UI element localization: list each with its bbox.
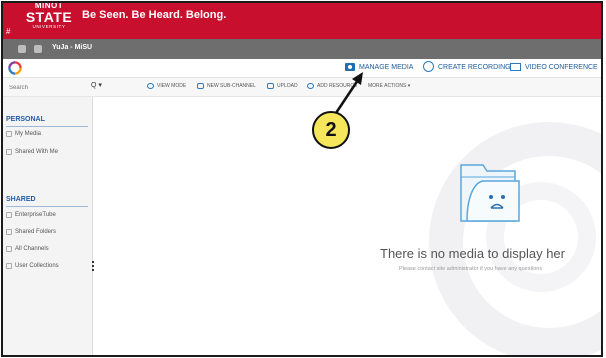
sidebar-item-enterprisetube[interactable]: EnterpriseTube [6, 212, 56, 218]
section-divider [6, 206, 88, 207]
university-tagline: Be Seen. Be Heard. Belong. [82, 9, 227, 21]
university-logo[interactable]: MINOT STATE UNIVERSITY [23, 3, 75, 30]
recording-icon [423, 61, 434, 72]
video-conference-label: VIDEO CONFERENCE [525, 63, 598, 71]
browser-tab-strip: YuJa - MiSU [3, 39, 601, 59]
yuja-swirl-icon[interactable] [8, 61, 22, 75]
video-conference-button[interactable]: VIDEO CONFERENCE [510, 63, 598, 71]
new-sub-channel-button[interactable]: NEW SUB-CHANNEL [197, 83, 256, 89]
empty-state-title: There is no media to display her [380, 246, 565, 261]
plus-circle-icon [307, 83, 314, 89]
empty-state-subtitle: Please contact site administrator if you… [399, 266, 543, 272]
sidebar-item-shared-folders[interactable]: Shared Folders [6, 229, 56, 235]
media-toolbar: Q ▾ VIEW MODE NEW SUB-CHANNEL UPLOAD ADD… [3, 78, 601, 97]
add-resource-button[interactable]: ADD RESOURCE [307, 83, 357, 89]
manage-media-label: MANAGE MEDIA [359, 63, 414, 71]
university-banner: MINOT STATE UNIVERSITY Be Seen. Be Heard… [3, 3, 601, 39]
create-recording-label: CREATE RECORDING [438, 64, 511, 71]
tab-menu-icon[interactable] [18, 45, 26, 53]
search-dropdown-button[interactable]: Q ▾ [91, 81, 102, 89]
channels-icon [6, 246, 12, 252]
camera-icon [345, 63, 355, 71]
create-recording-button[interactable]: CREATE RECORDING [423, 61, 511, 72]
folder-icon [6, 229, 12, 235]
sidebar: PERSONAL My Media Shared With Me SHARED … [3, 97, 94, 355]
personal-heading: PERSONAL [6, 116, 45, 123]
media-icon [6, 131, 12, 137]
screenshot-frame: MINOT STATE UNIVERSITY Be Seen. Be Heard… [1, 1, 603, 357]
tab-title[interactable]: YuJa - MiSU [52, 44, 92, 51]
search-input[interactable] [7, 81, 85, 94]
more-actions-button[interactable]: MORE ACTIONS ▾ [368, 83, 410, 89]
shared-heading: SHARED [6, 196, 36, 203]
sidebar-item-all-channels[interactable]: All Channels [6, 246, 49, 252]
sad-folder-icon [460, 164, 520, 222]
user-icon [6, 263, 12, 269]
eye-icon [147, 83, 154, 89]
annotation-step-badge: 2 [312, 111, 350, 149]
app-header: MANAGE MEDIA CREATE RECORDING VIDEO CONF… [3, 59, 601, 78]
globe-icon [6, 212, 12, 218]
upload-icon [267, 83, 274, 89]
folder-plus-icon [197, 83, 204, 89]
section-divider [6, 126, 88, 127]
upload-button[interactable]: UPLOAD [267, 83, 298, 89]
manage-media-button[interactable]: MANAGE MEDIA [345, 63, 413, 71]
share-icon [6, 149, 12, 155]
banner-hash-mark: # [6, 27, 11, 36]
view-mode-button[interactable]: VIEW MODE [147, 83, 186, 89]
sidebar-item-my-media[interactable]: My Media [6, 131, 41, 137]
tab-home-icon[interactable] [34, 45, 42, 53]
video-conference-icon [510, 63, 521, 71]
sidebar-item-user-collections[interactable]: User Collections [6, 263, 59, 269]
sidebar-item-shared-with-me[interactable]: Shared With Me [6, 149, 58, 155]
